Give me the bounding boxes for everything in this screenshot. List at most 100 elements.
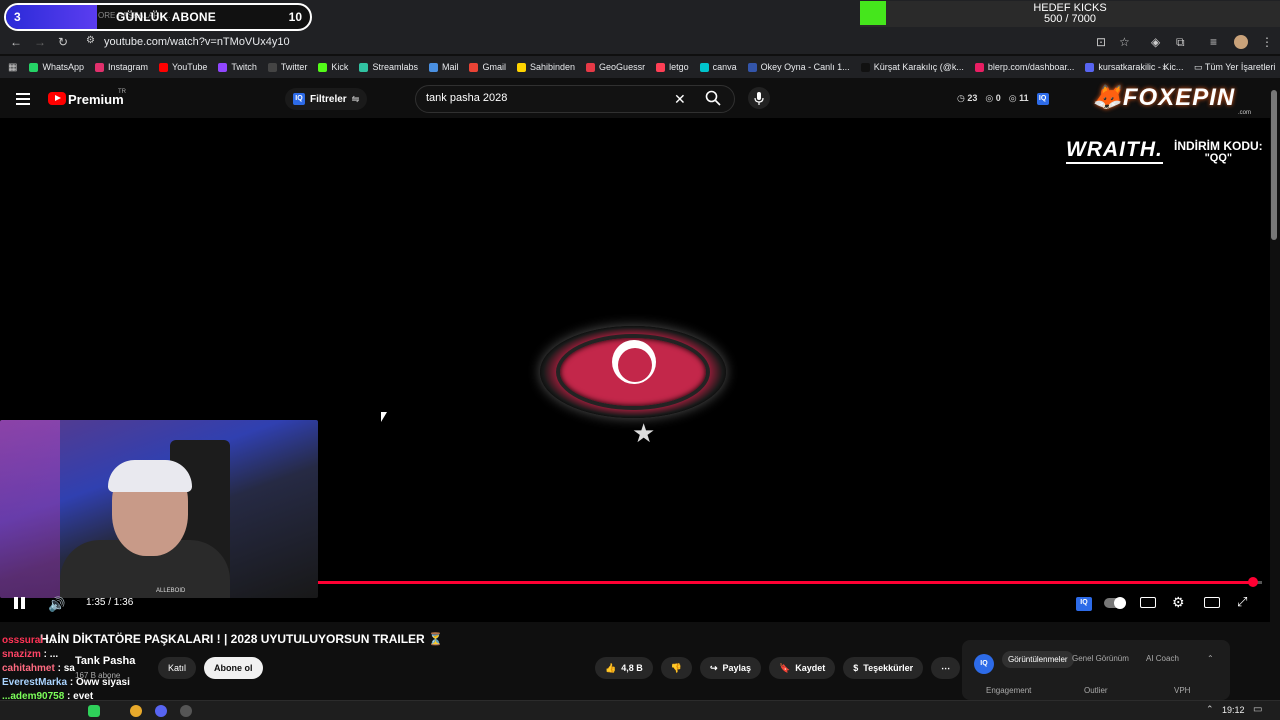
tab-overview[interactable]: Genel Görünüm: [1072, 654, 1129, 663]
bookmark-item[interactable]: WhatsApp: [29, 62, 84, 72]
page-scrollbar[interactable]: [1271, 90, 1277, 240]
bookmark-label: canva: [712, 62, 737, 72]
discord-taskbar-icon[interactable]: [155, 705, 167, 717]
subtitles-icon[interactable]: [1140, 597, 1156, 608]
streamer-webcam: ALLEBOID: [0, 420, 318, 598]
join-button[interactable]: Katıl: [158, 657, 197, 679]
folder-icon: ▭: [1194, 61, 1203, 72]
thumbs-down-icon: 👎: [670, 663, 682, 673]
voice-search-button[interactable]: [748, 87, 770, 109]
bookmark-item[interactable]: blerp.com/dashboar...: [974, 62, 1074, 72]
search-input[interactable]: [426, 92, 666, 104]
bookmark-label: Instagram: [107, 62, 149, 72]
bookmark-item[interactable]: Kürşat Karakılıç (@k...: [860, 62, 964, 72]
volume-icon[interactable]: 🔊: [48, 596, 65, 613]
bookmark-label: Gmail: [482, 62, 506, 72]
whatsapp-taskbar-icon[interactable]: [88, 705, 100, 717]
extensions-icon[interactable]: ⧉: [1176, 35, 1185, 50]
more-menu-icon[interactable]: ⋮: [1261, 35, 1273, 49]
bookmark-label: Sahibinden: [530, 62, 576, 72]
bookmark-favicon-icon: [218, 62, 228, 72]
bookmark-item[interactable]: YouTube: [159, 62, 207, 72]
obs-taskbar-icon[interactable]: [180, 705, 192, 717]
bookmark-item[interactable]: Mail: [428, 62, 458, 72]
chat-text: Oww siyasi: [75, 677, 130, 688]
like-button[interactable]: 👍 4,8 B: [595, 657, 653, 679]
filters-button[interactable]: IQ Filtreler ⇋: [285, 88, 368, 110]
bookmark-favicon-icon: [860, 62, 870, 72]
bookmark-favicon-icon: [267, 62, 277, 72]
bookmark-favicon-icon: [586, 62, 596, 72]
install-icon[interactable]: ⊡: [1096, 35, 1106, 49]
site-info-icon[interactable]: ⚙: [86, 35, 95, 46]
autoplay-toggle[interactable]: [1104, 597, 1126, 609]
stat-views: ◎ 11: [1008, 93, 1029, 103]
tray-chevron-icon[interactable]: ⌃: [1206, 704, 1214, 715]
save-button[interactable]: 🔖 Kaydet: [769, 657, 836, 679]
bookmark-favicon-icon: [517, 62, 526, 72]
bookmark-item[interactable]: Kick: [318, 62, 348, 72]
hamburger-menu-icon[interactable]: [16, 93, 30, 105]
bookmark-item[interactable]: Instagram: [94, 62, 149, 72]
bookmark-item[interactable]: GeoGuessr: [586, 62, 645, 72]
iq-icon[interactable]: IQ: [1036, 93, 1049, 105]
back-icon[interactable]: ←: [10, 35, 22, 49]
chat-username: EverestMarka: [2, 677, 68, 688]
chat-message: EverestMarka : Oww siyasi: [2, 676, 130, 690]
bookmark-item[interactable]: Sahibinden: [517, 62, 575, 72]
forward-icon[interactable]: →: [34, 35, 46, 49]
bookmark-item[interactable]: Okey Oyna - Canlı 1...: [747, 62, 850, 72]
bookmark-item[interactable]: letgo: [656, 62, 689, 72]
url-field[interactable]: youtube.com/watch?v=nTMoVUx4y10: [104, 36, 290, 48]
collapse-icon[interactable]: ⌃: [1207, 654, 1214, 663]
microphone-icon: [754, 92, 764, 105]
settings-gear-icon[interactable]: ⚙: [1172, 594, 1188, 610]
tab-ai-coach[interactable]: AI Coach: [1146, 654, 1179, 663]
miniplayer-icon[interactable]: [1204, 597, 1220, 608]
foxepin-domain: .com: [1238, 110, 1252, 116]
progress-scrubber[interactable]: [1247, 577, 1258, 587]
bookmark-item[interactable]: Streamlabs: [359, 62, 418, 72]
all-bookmarks[interactable]: ▭ Tüm Yer İşaretleri: [1194, 62, 1275, 73]
crescent-cut: [618, 348, 652, 382]
youtube-logo-icon[interactable]: [48, 92, 66, 105]
address-bar: ← → ↻ ⚙ youtube.com/watch?v=nTMoVUx4y10 …: [0, 32, 1280, 54]
bookmark-label: Okey Oyna - Canlı 1...: [760, 62, 850, 72]
fullscreen-icon[interactable]: ⤢: [1237, 594, 1253, 609]
notifications-icon[interactable]: ▭: [1253, 704, 1262, 715]
chrome-taskbar-icon[interactable]: [130, 705, 142, 717]
reload-icon[interactable]: ↻: [58, 35, 68, 49]
bookmark-star-icon[interactable]: ☆: [1119, 35, 1130, 49]
clear-search-icon[interactable]: ✕: [674, 91, 686, 108]
bookmark-icon: 🔖: [779, 663, 791, 673]
bookmark-item[interactable]: Twitter: [267, 62, 307, 72]
iq-player-icon[interactable]: IQ: [1076, 597, 1092, 611]
tab-views[interactable]: Görüntülenmeler: [1002, 651, 1074, 668]
more-actions-button[interactable]: ⋯: [931, 657, 961, 679]
chat-text: ...: [52, 635, 61, 646]
youtube-premium-label[interactable]: Premium: [68, 92, 124, 107]
profile-avatar[interactable]: [1234, 35, 1248, 49]
chat-separator: :: [40, 649, 50, 660]
share-button[interactable]: ↪ Paylaş: [699, 657, 762, 679]
search-icon[interactable]: [705, 90, 721, 106]
bookmark-favicon-icon: [159, 62, 169, 72]
bookmark-item[interactable]: Twitch: [218, 62, 257, 72]
pause-icon[interactable]: [14, 597, 26, 609]
more-bookmarks-icon[interactable]: »: [1162, 62, 1168, 73]
dislike-button[interactable]: 👎: [660, 657, 692, 679]
shield-icon[interactable]: ◈: [1151, 35, 1160, 49]
bookmark-favicon-icon: [747, 62, 757, 72]
bookmark-item[interactable]: kursatkarakilic - Kic...: [1085, 62, 1183, 72]
bookmark-favicon-icon: [469, 62, 479, 72]
video-progress-bar[interactable]: [318, 577, 1262, 587]
apps-grid-icon[interactable]: ▦: [8, 62, 17, 73]
save-label: Kaydet: [795, 663, 826, 673]
thanks-button[interactable]: $ Teşekkürler: [843, 657, 924, 679]
bookmark-label: WhatsApp: [42, 62, 84, 72]
reading-list-icon[interactable]: ≡: [1210, 35, 1217, 49]
bookmark-item[interactable]: canva: [699, 62, 737, 72]
bookmark-label: Kürşat Karakılıç (@k...: [873, 62, 964, 72]
bookmark-item[interactable]: Gmail: [469, 62, 506, 72]
subscribe-button[interactable]: Abone ol: [204, 657, 263, 679]
